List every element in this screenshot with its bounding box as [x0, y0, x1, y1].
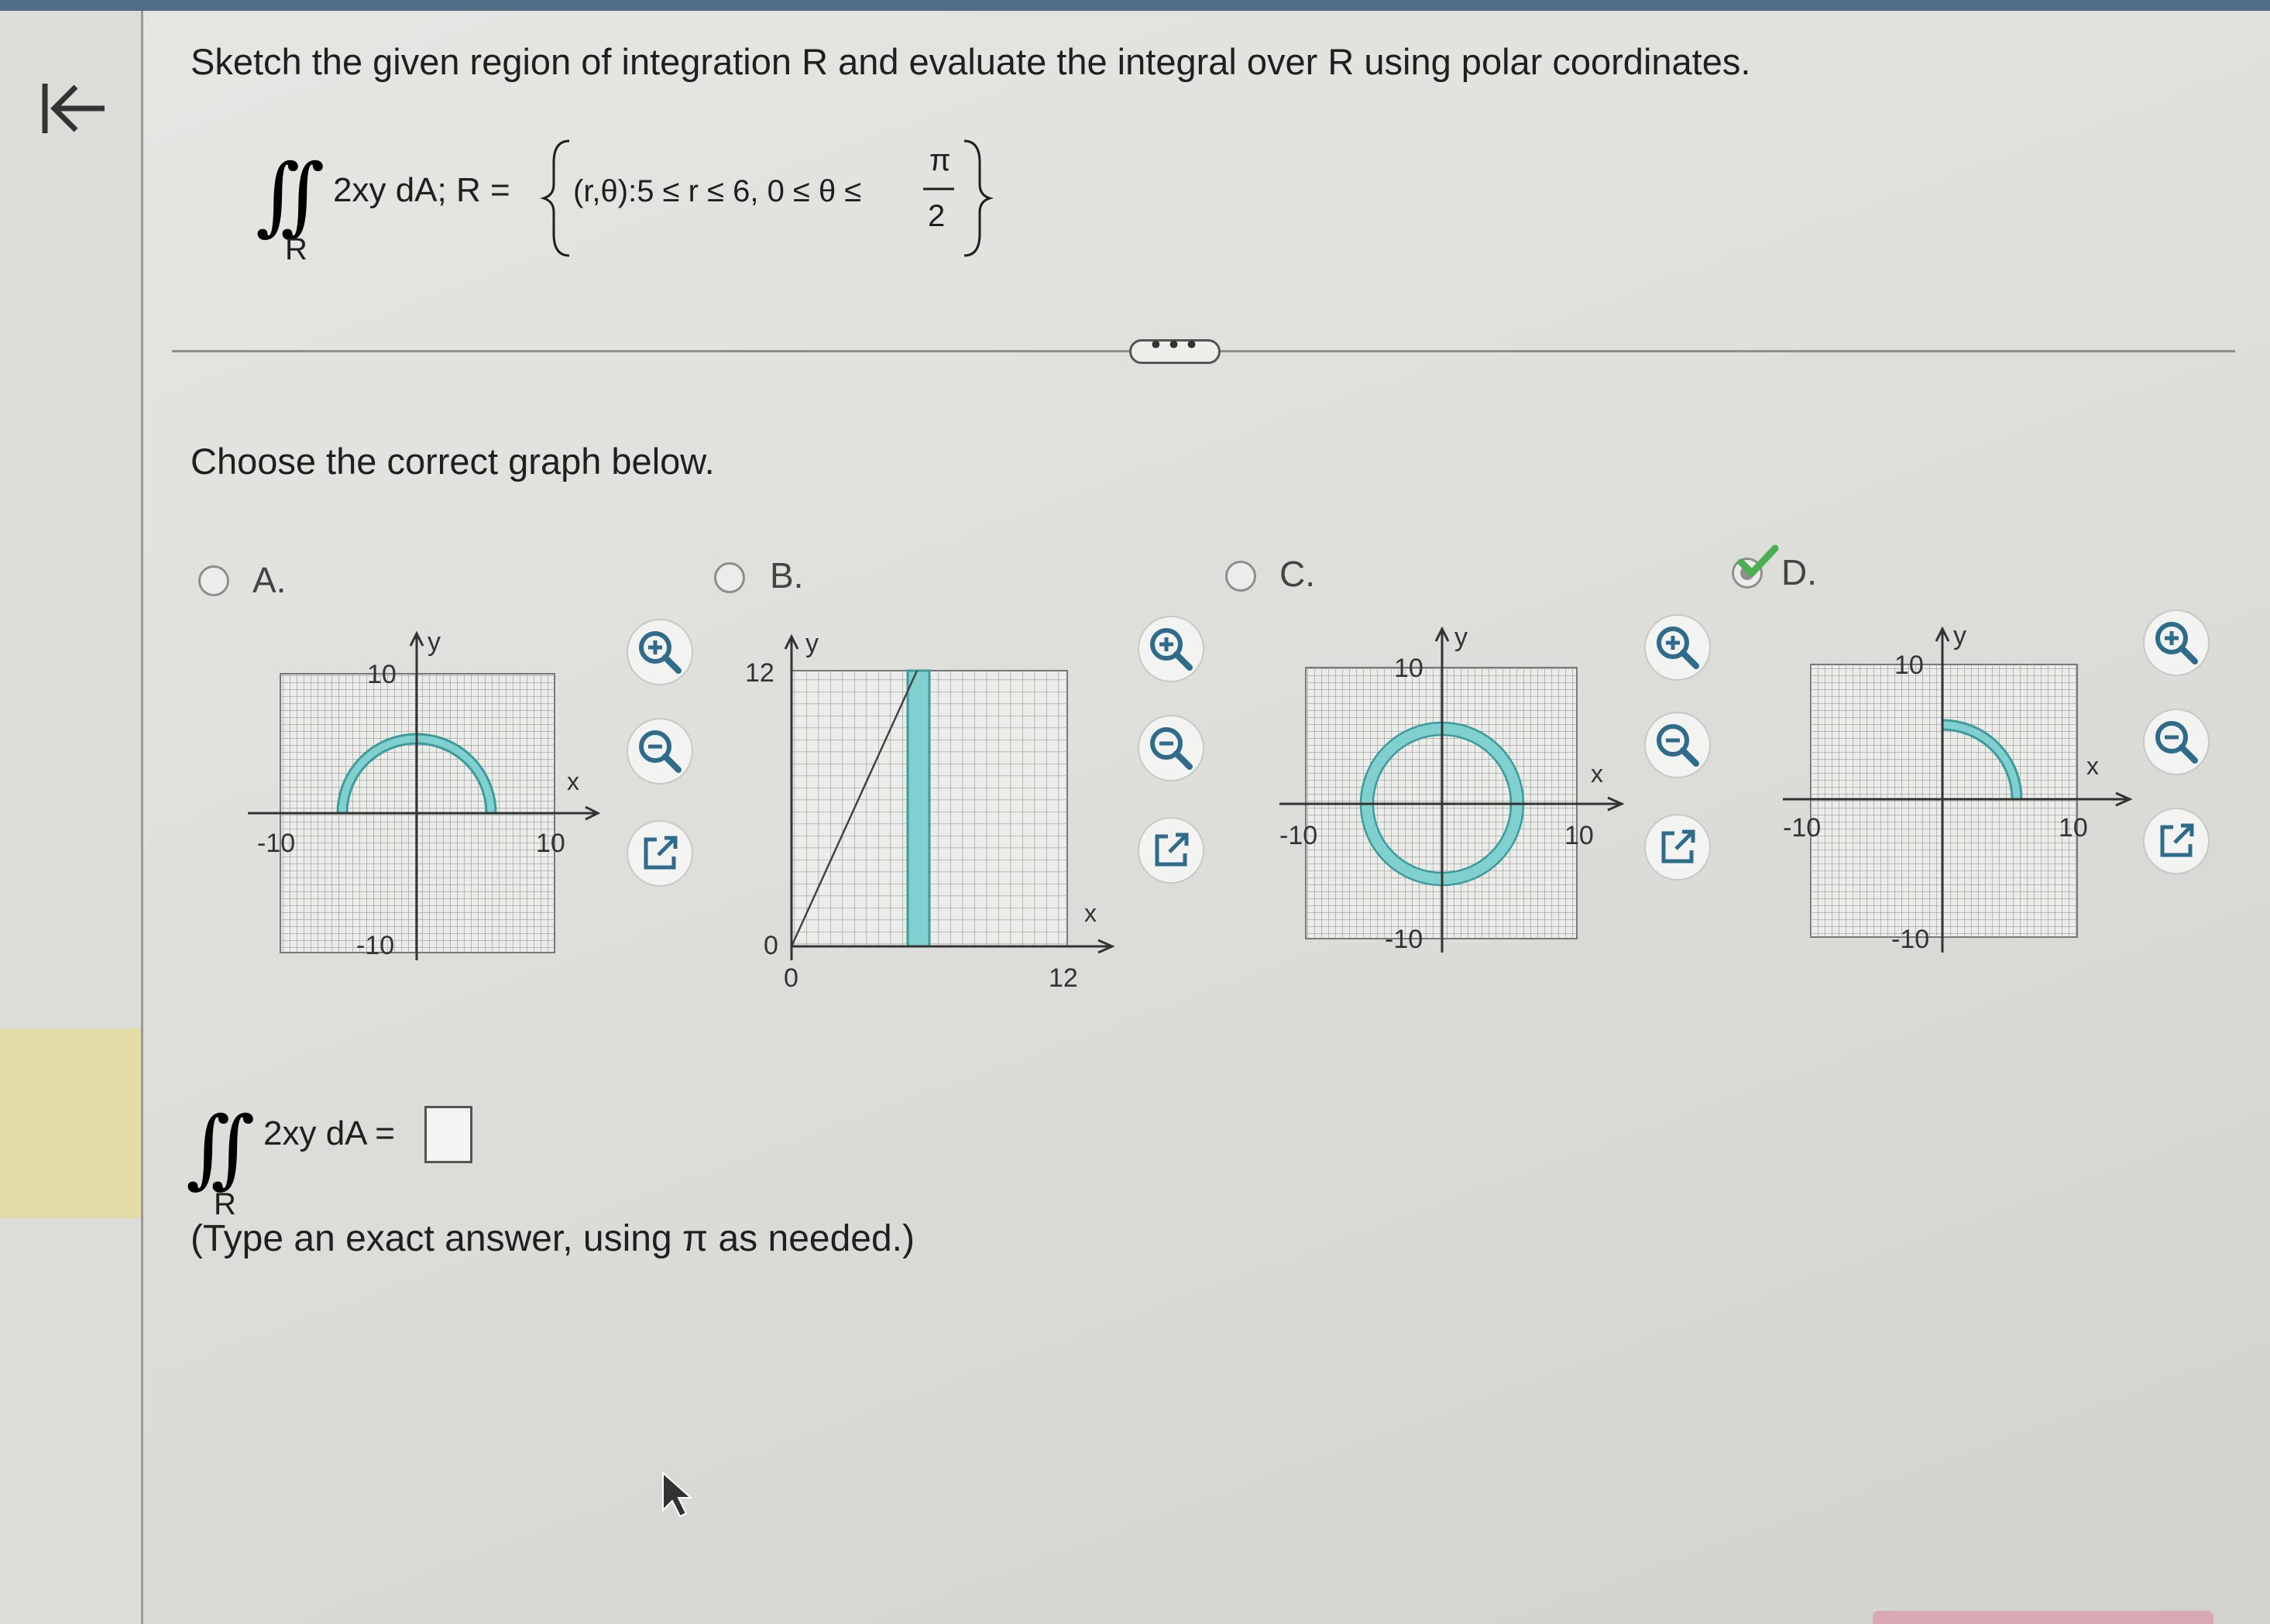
y-tick-label: 10 — [367, 660, 397, 689]
set-definition: (r,θ):5 ≤ r ≤ 6, 0 ≤ θ ≤ — [573, 174, 861, 208]
zoom-out-icon[interactable] — [1642, 709, 1713, 781]
graph-d: y x 10 -10 10 -10 — [1783, 621, 2133, 954]
open-new-window-icon[interactable] — [2141, 805, 2212, 877]
question-title: Sketch the given region of integration R… — [191, 41, 1751, 82]
x-neg-tick-label: -10 — [1279, 821, 1317, 850]
right-brace — [963, 139, 994, 257]
x-neg-tick-label: -10 — [1783, 813, 1821, 843]
left-panel-highlight — [0, 1028, 141, 1218]
zoom-out-icon[interactable] — [1135, 712, 1207, 784]
option-c-label: C. — [1279, 554, 1315, 594]
y-tick-label: 10 — [1394, 654, 1423, 683]
x-axis-label: x — [2086, 752, 2099, 780]
x-axis-label: x — [1084, 899, 1097, 927]
y-zero-label: 0 — [764, 931, 778, 960]
option-a-label: A. — [252, 560, 287, 600]
answer-hint: (Type an exact answer, using π as needed… — [191, 1218, 915, 1259]
open-new-window-icon[interactable] — [1135, 815, 1207, 886]
y-neg-tick-label: -10 — [1385, 925, 1423, 954]
option-b-label: B. — [770, 555, 804, 596]
integral-sign: ∫ — [211, 1098, 255, 1197]
zoom-in-icon[interactable] — [1135, 613, 1207, 685]
top-bar — [0, 0, 2270, 11]
x-neg-tick-label: -10 — [257, 829, 295, 858]
integrand: 2xy dA; R = — [333, 171, 510, 209]
more-button[interactable]: ••• — [1129, 332, 1221, 364]
integral-sign: ∫ — [280, 146, 325, 245]
answer-input[interactable] — [424, 1106, 472, 1163]
graph-c: y x 10 -10 10 -10 — [1279, 623, 1625, 954]
answer-expression: 2xy dA = — [263, 1114, 395, 1152]
zoom-in-icon[interactable] — [2141, 607, 2212, 678]
y-axis-label: y — [805, 629, 819, 658]
zoom-out-icon[interactable] — [2141, 706, 2212, 778]
radio-option-b[interactable] — [714, 562, 745, 593]
x-pos-tick-label: 10 — [1564, 821, 1594, 850]
two-denominator: 2 — [928, 199, 945, 233]
x-zero-label: 0 — [784, 963, 798, 993]
radio-option-a[interactable] — [198, 565, 229, 596]
x-pos-tick-label: 10 — [536, 829, 565, 858]
collapse-panel-icon[interactable] — [39, 77, 108, 139]
left-brace — [539, 139, 570, 257]
y-neg-tick-label: -10 — [356, 931, 394, 960]
y-neg-tick-label: -10 — [1891, 925, 1929, 954]
y-tick-label: 12 — [745, 658, 774, 688]
radio-option-c[interactable] — [1225, 561, 1256, 592]
option-d-label: D. — [1781, 552, 1817, 592]
y-axis-label: y — [1454, 623, 1468, 652]
y-axis-label: y — [1953, 621, 1966, 651]
answer-subscript: R — [214, 1187, 236, 1221]
graph-a: y x 10 -10 10 -10 — [248, 627, 601, 960]
bottom-strip — [1873, 1611, 2213, 1624]
checkmark-icon — [1737, 544, 1779, 577]
zoom-in-icon[interactable] — [1642, 612, 1713, 683]
integral-definition: ∫ ∫ 2xy dA; R = R (r,θ):5 ≤ r ≤ 6, 0 ≤ θ… — [256, 139, 994, 266]
x-axis-label: x — [1591, 760, 1603, 788]
left-panel — [0, 11, 143, 1624]
zoom-in-icon[interactable] — [624, 616, 695, 688]
mouse-cursor-icon — [662, 1471, 693, 1518]
region-subscript: R — [285, 232, 307, 266]
pi-numerator: π — [929, 143, 951, 177]
open-new-window-icon[interactable] — [1642, 812, 1713, 883]
graph-prompt: Choose the correct graph below. — [191, 441, 715, 482]
y-tick-label: 10 — [1894, 651, 1924, 680]
y-axis-label: y — [428, 627, 441, 657]
graph-b: y x 12 0 0 12 — [745, 629, 1115, 993]
x-axis-label: x — [567, 767, 579, 795]
zoom-out-icon[interactable] — [624, 716, 695, 787]
open-new-window-icon[interactable] — [624, 818, 695, 889]
x-pos-tick-label: 10 — [2059, 813, 2088, 843]
region-rectangle — [906, 669, 931, 948]
x-tick-label: 12 — [1049, 963, 1078, 993]
